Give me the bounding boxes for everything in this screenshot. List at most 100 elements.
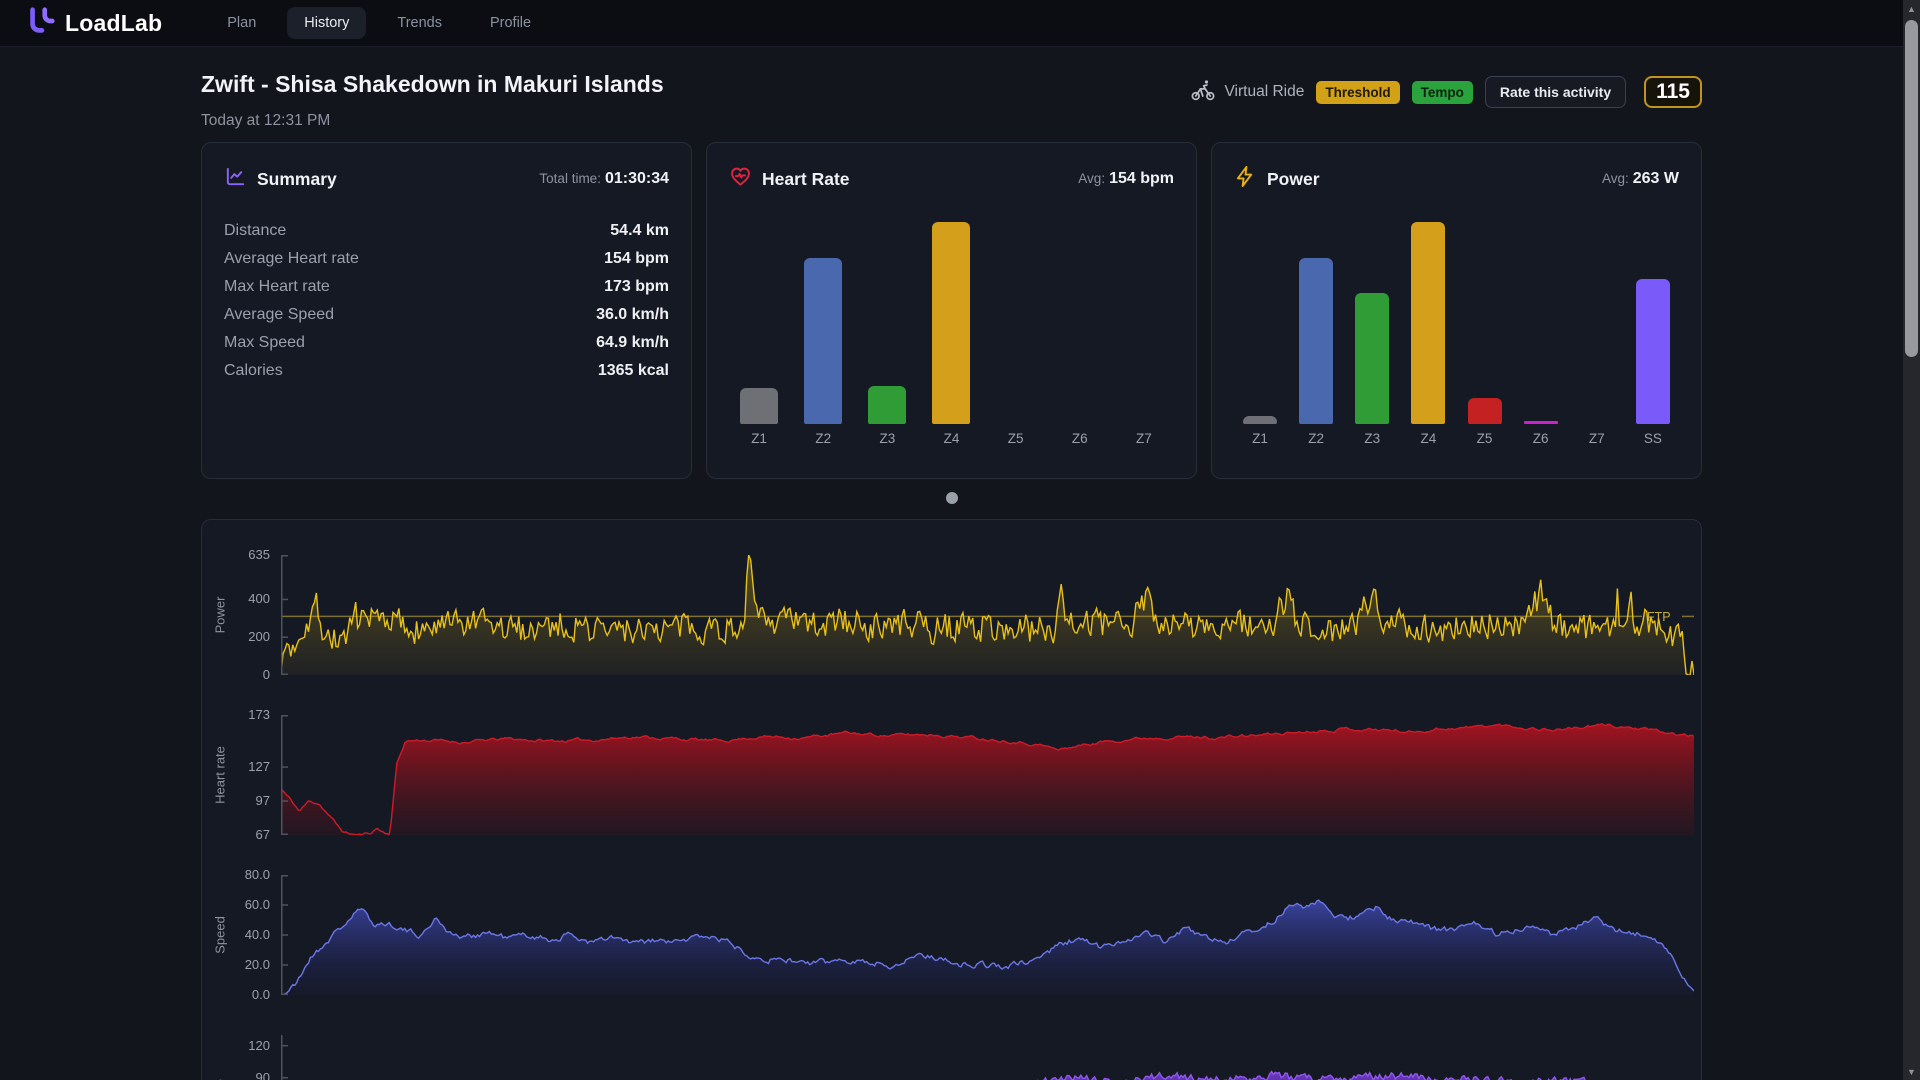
power-average: Avg:263 W: [1602, 170, 1679, 188]
nav-item-plan[interactable]: Plan: [210, 7, 273, 39]
tick-label: 0: [263, 667, 270, 682]
hr-card-header: Heart Rate Avg:154 bpm: [707, 143, 1196, 193]
activity-header: Zwift - Shisa Shakedown in Makuri Island…: [201, 71, 1702, 130]
tick-label: 60.0: [245, 897, 270, 912]
zone-column-Z7: Z7: [1112, 222, 1176, 448]
hr-zone-bar-chart: Z1 Z2 Z3 Z4 Z5 Z6 Z7: [727, 222, 1176, 448]
power-line-chart: FTP: [281, 555, 1686, 675]
power-card-title: Power: [1267, 169, 1320, 190]
loadlab-logo-icon: [26, 6, 56, 41]
cadence-y-axis-ticks: 0306090120: [230, 1035, 281, 1080]
tick-label: 400: [248, 591, 270, 606]
summary-row-calories: Calories1365 kcal: [224, 357, 669, 385]
total-time-label: Total time:: [539, 171, 601, 186]
tick-label: 80.0: [245, 867, 270, 882]
speed-chart-row: Speed 0.020.040.060.080.0: [210, 875, 1686, 995]
summary-card-title: Summary: [257, 169, 337, 190]
hr-average: Avg:154 bpm: [1078, 170, 1174, 188]
scrollbar-up-arrow[interactable]: ▲: [1903, 1, 1920, 16]
page-scrollbar[interactable]: ▲ ▼: [1903, 0, 1920, 1080]
heart-rate-area-chart: [281, 715, 1686, 835]
time-series-charts-card: Power 0200400635 FTP Heart rate 67971271…: [201, 519, 1702, 1080]
zone-bar-Z6: [1524, 421, 1558, 424]
nav-item-profile[interactable]: Profile: [473, 7, 548, 39]
zone-label: Z1: [1252, 431, 1268, 448]
nav-item-history[interactable]: History: [287, 7, 366, 39]
zone-column-Z4: Z4: [919, 222, 983, 448]
zone-label: Z7: [1136, 431, 1152, 448]
total-time: Total time:01:30:34: [539, 170, 669, 188]
zone-bar-Z1: [1243, 416, 1277, 424]
heart-rate-zones-card: Heart Rate Avg:154 bpm Z1 Z2 Z3 Z4 Z5 Z6 Z7: [706, 142, 1197, 479]
heart-rate-chart-row: Heart rate 6797127173: [210, 715, 1686, 835]
zone-label: Z7: [1589, 431, 1605, 448]
zone-bar-SS: [1636, 279, 1670, 424]
zone-column-Z1: Z1: [727, 222, 791, 448]
summary-row-avg-hr: Average Heart rate154 bpm: [224, 245, 669, 273]
summary-row-avg-speed: Average Speed36.0 km/h: [224, 301, 669, 329]
zone-label: Z4: [1421, 431, 1437, 448]
power-y-axis-ticks: 0200400635: [230, 555, 281, 675]
lightning-bolt-icon: [1234, 165, 1257, 193]
nav-item-trends[interactable]: Trends: [380, 7, 459, 39]
summary-row-max-speed: Max Speed64.9 km/h: [224, 329, 669, 357]
tick-label: 200: [248, 629, 270, 644]
zone-label: Z2: [1308, 431, 1324, 448]
zone-bar-Z1: [740, 388, 778, 424]
power-zones-card: Power Avg:263 W Z1Z2Z3Z4Z5Z6Z7SS: [1211, 142, 1702, 479]
line-chart-icon: [224, 165, 247, 193]
zone-column-Z5: Z5: [1457, 222, 1513, 448]
tick-label: 40.0: [245, 927, 270, 942]
zone-bar-Z3: [868, 386, 906, 424]
zone-column-Z7: Z7: [1569, 222, 1625, 448]
zone-label: Z6: [1533, 431, 1549, 448]
activity-title-block: Zwift - Shisa Shakedown in Makuri Island…: [201, 71, 664, 130]
summary-card-header: Summary Total time:01:30:34: [202, 143, 691, 193]
intensity-badge-threshold: Threshold: [1316, 81, 1399, 104]
tick-label: 20.0: [245, 957, 270, 972]
activity-date: Today at 12:31 PM: [201, 112, 664, 130]
stat-cards-row: Summary Total time:01:30:34 Distance54.4…: [201, 142, 1702, 479]
zone-bar-Z2: [804, 258, 842, 424]
cadence-chart-row: Cadence 0306090120: [210, 1035, 1686, 1080]
zone-label: Z3: [879, 431, 895, 448]
scrollbar-thumb[interactable]: [1905, 20, 1918, 357]
zone-column-Z6: Z6: [1513, 222, 1569, 448]
power-card-header: Power Avg:263 W: [1212, 143, 1701, 193]
page-title: Zwift - Shisa Shakedown in Makuri Island…: [201, 71, 664, 98]
power-zone-bar-chart: Z1Z2Z3Z4Z5Z6Z7SS: [1232, 222, 1681, 448]
zone-column-Z1: Z1: [1232, 222, 1288, 448]
brand-logo[interactable]: LoadLab: [26, 6, 162, 41]
speed-axis-label: Speed: [213, 916, 228, 954]
power-chart-row: Power 0200400635 FTP: [210, 555, 1686, 675]
zone-column-Z4: Z4: [1400, 222, 1456, 448]
zone-column-Z2: Z2: [1288, 222, 1344, 448]
zone-column-Z3: Z3: [1344, 222, 1400, 448]
speed-area-chart: [281, 875, 1686, 995]
zone-bar-Z2: [1299, 258, 1333, 424]
zone-label: Z5: [1008, 431, 1024, 448]
activity-type-label: Virtual Ride: [1224, 83, 1304, 101]
rate-activity-button[interactable]: Rate this activity: [1485, 76, 1626, 108]
carousel-dot[interactable]: [946, 492, 958, 504]
main-nav: Plan History Trends Profile: [210, 7, 548, 39]
tick-label: 0.0: [252, 987, 270, 1002]
tick-label: 127: [248, 759, 270, 774]
tick-label: 90: [256, 1070, 270, 1080]
summary-row-distance: Distance54.4 km: [224, 217, 669, 245]
scrollbar-down-arrow[interactable]: ▼: [1903, 1064, 1920, 1079]
zone-column-Z5: Z5: [984, 222, 1048, 448]
zone-label: Z2: [815, 431, 831, 448]
zone-column-Z2: Z2: [791, 222, 855, 448]
zone-bar-Z4: [1411, 222, 1445, 424]
summary-row-max-hr: Max Heart rate173 bpm: [224, 273, 669, 301]
hr-card-title: Heart Rate: [762, 169, 850, 190]
speed-y-axis-ticks: 0.020.040.060.080.0: [230, 875, 281, 995]
cadence-area-chart: [281, 1035, 1686, 1080]
hr-axis-label: Heart rate: [213, 746, 228, 804]
zone-column-Z6: Z6: [1048, 222, 1112, 448]
heart-pulse-icon: [729, 165, 752, 193]
zone-label: Z4: [944, 431, 960, 448]
summary-rows: Distance54.4 km Average Heart rate154 bp…: [224, 217, 669, 385]
zone-bar-Z4: [932, 222, 970, 424]
